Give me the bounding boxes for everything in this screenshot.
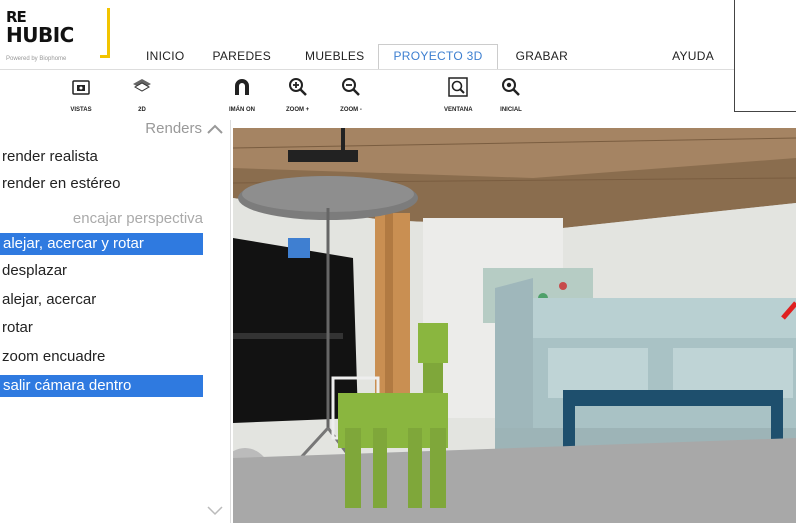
ventana-label: VENTANA — [444, 107, 473, 113]
tool-bar: VISTAS 2D IMÁN ON ZOOM + ZOOM - VENTANA … — [0, 76, 796, 120]
list-item-render-estereo[interactable]: render en estéreo — [0, 173, 203, 195]
vistas-label: VISTAS — [70, 107, 92, 113]
tab-proyecto-3d[interactable]: PROYECTO 3D — [378, 44, 498, 70]
renders-header: Renders — [145, 120, 202, 137]
left-panel: Renders render realista render en estére… — [0, 120, 231, 523]
zoom-window-icon — [448, 77, 469, 97]
zoom-reset-icon — [502, 78, 520, 96]
logo-yellow-mark — [100, 8, 110, 58]
vistas-button[interactable]: VISTAS — [70, 76, 92, 113]
inicial-label: INICIAL — [500, 107, 522, 113]
list-item-render-realista[interactable]: render realista — [0, 146, 203, 168]
list-item-salir-camara-dentro[interactable]: salir cámara dentro — [0, 375, 203, 397]
list-item-rotar[interactable]: rotar — [0, 317, 203, 339]
2d-plan-icon — [133, 79, 151, 92]
inicial-button[interactable]: INICIAL — [500, 76, 522, 113]
tab-grabar[interactable]: GRABAR — [498, 46, 582, 70]
left-scrollbar[interactable] — [204, 120, 230, 523]
view-2d-button[interactable]: 2D — [131, 76, 153, 113]
list-item-alejar-acercar[interactable]: alejar, acercar — [0, 289, 203, 311]
list-item-desplazar[interactable]: desplazar — [0, 260, 203, 282]
logo-line2: HUBIC — [6, 23, 74, 47]
list-item-zoom-encuadre[interactable]: zoom encuadre — [0, 346, 203, 368]
zoom-out-button[interactable]: ZOOM - — [340, 76, 362, 113]
magnet-icon — [235, 79, 249, 95]
tab-inicio[interactable]: INICIO — [130, 46, 200, 70]
section-encajar-perspectiva: encajar perspectiva — [72, 210, 203, 227]
tab-paredes[interactable]: PAREDES — [200, 46, 283, 70]
3d-scene-render — [233, 128, 796, 523]
iman-button[interactable]: IMÁN ON — [229, 76, 255, 113]
top-bar: RE HUBIC Powered by Biophome INICIO PARE… — [0, 0, 796, 70]
3d-viewport[interactable] — [233, 128, 796, 523]
tab-divider — [0, 69, 796, 70]
zoom-out-icon — [342, 78, 360, 96]
2d-label: 2D — [138, 107, 146, 113]
tab-ayuda[interactable]: AYUDA — [582, 46, 714, 70]
rehubic-logo[interactable]: RE HUBIC Powered by Biophome — [6, 8, 110, 64]
camera-icon — [72, 80, 90, 95]
zoom-out-label: ZOOM - — [340, 107, 362, 113]
list-item-alejar-acercar-rotar[interactable]: alejar, acercar y rotar — [0, 233, 203, 255]
chevron-up-icon[interactable] — [204, 120, 226, 138]
iman-label: IMÁN ON — [229, 107, 255, 113]
zoom-in-button[interactable]: ZOOM + — [286, 76, 309, 113]
logo-subtitle: Powered by Biophome — [6, 56, 67, 62]
zoom-in-icon — [288, 78, 307, 96]
zoom-in-label: ZOOM + — [286, 107, 310, 113]
chevron-down-icon[interactable] — [204, 502, 226, 520]
ventana-button[interactable]: VENTANA — [444, 76, 473, 113]
tab-muebles[interactable]: MUEBLES — [283, 46, 378, 70]
main-tabs: INICIO PAREDES MUEBLES PROYECTO 3D GRABA… — [130, 44, 714, 70]
